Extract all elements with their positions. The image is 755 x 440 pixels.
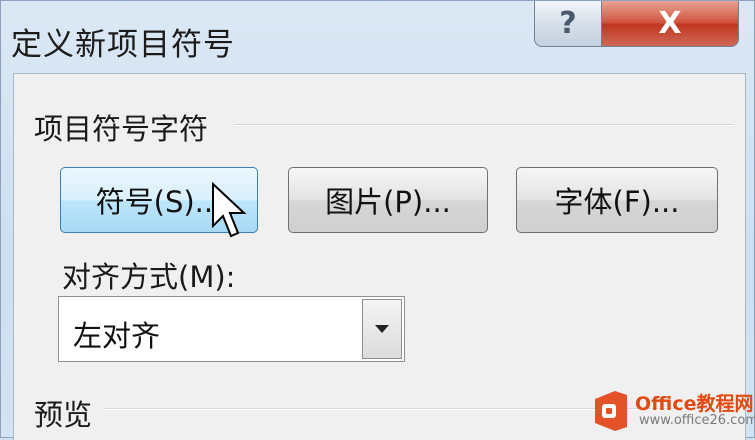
dialog-title: 定义新项目符号 — [11, 27, 235, 63]
help-button[interactable]: ? — [534, 1, 602, 47]
alignment-select-value: 左对齐 — [73, 319, 161, 353]
font-button[interactable]: 字体(F)... — [516, 167, 718, 233]
mouse-pointer-icon — [212, 182, 247, 238]
help-icon: ? — [559, 6, 577, 41]
chevron-down-icon — [375, 325, 389, 333]
bullet-character-group-label: 项目符号字符 — [34, 106, 215, 148]
dialog-body: 项目符号字符 符号(S)... 图片(P)... 字体(F)... 对齐方式(M… — [13, 73, 746, 440]
dropdown-button[interactable] — [362, 299, 402, 359]
title-bar[interactable]: 定义新项目符号 ? X — [1, 1, 755, 69]
define-new-bullet-dialog: 定义新项目符号 ? X 项目符号字符 符号(S)... 图片(P)... 字体(… — [0, 0, 755, 440]
close-icon: X — [658, 6, 682, 41]
alignment-select[interactable]: 左对齐 — [58, 296, 405, 362]
watermark-url: www.office26.com — [639, 413, 755, 428]
watermark-logo: Office教程网 www.office26.com — [591, 389, 755, 437]
preview-group-label: 预览 — [34, 392, 99, 434]
office-logo-icon — [595, 391, 627, 431]
alignment-label: 对齐方式(M): — [62, 260, 236, 294]
close-button[interactable]: X — [601, 1, 739, 47]
group-divider — [234, 124, 734, 126]
picture-button[interactable]: 图片(P)... — [288, 167, 488, 233]
watermark-title: Office教程网 — [635, 393, 754, 415]
